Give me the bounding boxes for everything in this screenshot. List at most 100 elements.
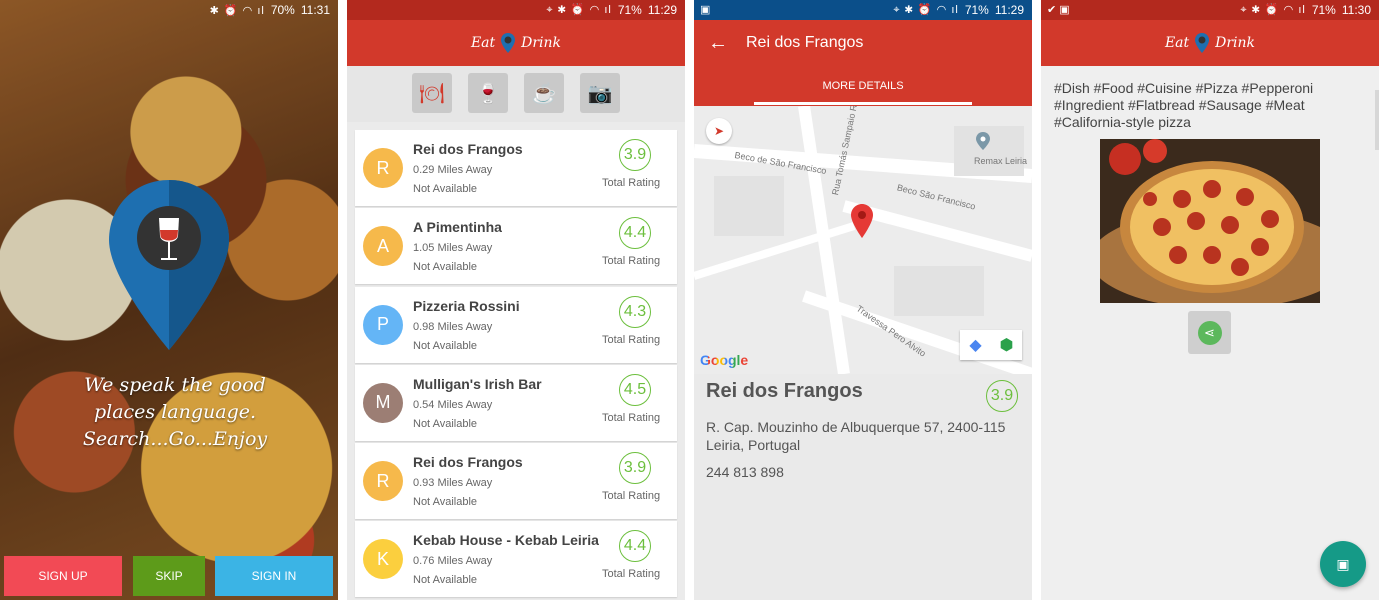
splash-screen: ✱ ⏰ ◠ ıl 70% 11:31 We speak the good pla… bbox=[0, 0, 338, 600]
restaurant-address: R. Cap. Mouzinho de Albuquerque 57, 2400… bbox=[706, 419, 1006, 453]
share-button[interactable]: ⋖ bbox=[1188, 311, 1231, 354]
scroll-edge bbox=[1375, 90, 1379, 150]
compass-icon[interactable]: ➤ bbox=[706, 118, 732, 144]
app-logo: Eat Drink bbox=[471, 33, 561, 53]
pizza-image bbox=[1100, 139, 1320, 303]
auth-button-row: SIGN UP SKIP SIGN IN bbox=[0, 556, 338, 596]
directions-icon[interactable]: ◆ bbox=[960, 330, 991, 360]
status-icons: ✱ ⏰ ◠ ıl bbox=[209, 4, 265, 17]
pick-image-fab[interactable]: ▣ bbox=[1320, 541, 1366, 587]
restaurant-distance: 0.98 Miles Away bbox=[413, 320, 493, 333]
rating-label: Total Rating bbox=[602, 177, 661, 189]
list-item[interactable]: P Pizzeria Rossini 0.98 Miles Away Not A… bbox=[355, 286, 677, 363]
status-bar: ▣ ⌖ ✱ ⏰ ◠ ıl 71% 11:29 bbox=[694, 0, 1032, 20]
location-pin-wine-icon bbox=[109, 180, 229, 350]
restaurant-availability: Not Available bbox=[413, 183, 478, 195]
rating-badge: 4.4 bbox=[619, 530, 651, 563]
avatar: A bbox=[363, 226, 403, 267]
status-icons: ⌖ ✱ ⏰ ◠ ıl bbox=[1240, 4, 1306, 16]
status-icons: ⌖ ✱ ⏰ ◠ ıl bbox=[546, 4, 612, 16]
restaurant-name: Rei dos Frangos bbox=[413, 454, 523, 471]
rating-label: Total Rating bbox=[602, 490, 661, 503]
image-tags-screen: ✔ ▣ ⌖ ✱ ⏰ ◠ ıl 71% 11:30 Eat Drink #Dish… bbox=[1041, 0, 1379, 600]
page-title: Rei dos Frangos bbox=[746, 34, 864, 51]
restaurant-availability: Not Available bbox=[413, 496, 478, 509]
clock: 11:29 bbox=[994, 3, 1024, 17]
logo-text-eat: Eat bbox=[1164, 35, 1190, 51]
restaurant-availability: Not Available bbox=[413, 417, 478, 430]
tab-bar: MORE DETAILS bbox=[694, 66, 1032, 106]
restaurant-icon: 🍽 bbox=[419, 82, 445, 105]
rating-badge: 4.3 bbox=[619, 295, 651, 328]
avatar: R bbox=[363, 148, 403, 188]
status-bar: ✔ ▣ ⌖ ✱ ⏰ ◠ ıl 71% 11:30 bbox=[1041, 0, 1379, 20]
status-bar: ⌖ ✱ ⏰ ◠ ıl 71% 11:29 bbox=[347, 0, 685, 20]
restaurant-name: A Pimentinha bbox=[413, 219, 502, 236]
map-view[interactable]: ➤ Beco de São Francisco Rua Tomás Sampai… bbox=[694, 106, 1032, 374]
sign-up-button[interactable]: SIGN UP bbox=[4, 556, 122, 596]
restaurant-detail-screen: ▣ ⌖ ✱ ⏰ ◠ ıl 71% 11:29 ← Rei dos Frangos… bbox=[694, 0, 1032, 600]
restaurant-name: Rei dos Frangos bbox=[413, 141, 523, 157]
restaurant-list: R Rei dos Frangos 0.29 Miles Away Not Av… bbox=[355, 130, 677, 600]
rating-badge: 3.9 bbox=[619, 452, 651, 485]
battery-level: 71% bbox=[617, 3, 642, 17]
restaurant-list-screen: ⌖ ✱ ⏰ ◠ ıl 71% 11:29 Eat Drink 🍽 🍷 ☕ 📷 R… bbox=[347, 0, 685, 600]
rating-badge: 3.9 bbox=[986, 380, 1018, 412]
poi-label: Remax Leiria bbox=[974, 156, 1028, 166]
restaurant-name: Pizzeria Rossini bbox=[413, 297, 520, 314]
logo-text-drink: Drink bbox=[1215, 35, 1256, 51]
app-bar: Eat Drink bbox=[347, 20, 685, 66]
avatar: M bbox=[363, 382, 403, 423]
battery-level: 71% bbox=[964, 3, 989, 17]
status-icons: ⌖ ✱ ⏰ ◠ ıl bbox=[893, 4, 959, 16]
app-bar: ← Rei dos Frangos bbox=[694, 20, 1032, 66]
rating-badge: 3.9 bbox=[619, 139, 651, 171]
cafe-category-button[interactable]: ☕ bbox=[524, 73, 564, 113]
list-item[interactable]: R Rei dos Frangos 0.93 Miles Away Not Av… bbox=[355, 443, 677, 520]
list-item[interactable]: R Rei dos Frangos 0.29 Miles Away Not Av… bbox=[355, 130, 677, 206]
restaurant-name: Rei dos Frangos bbox=[706, 380, 863, 402]
restaurant-distance: 0.54 Miles Away bbox=[413, 398, 493, 411]
wine-glass-icon: 🍷 bbox=[475, 82, 501, 105]
rating-badge: 4.4 bbox=[619, 217, 651, 250]
logo-text-eat: Eat bbox=[470, 35, 496, 51]
image-notification-icon: ▣ bbox=[700, 4, 711, 16]
photo-category-button[interactable]: 📷 bbox=[580, 73, 620, 113]
google-maps-icon[interactable]: ⬢ bbox=[991, 330, 1022, 360]
restaurant-name: Mulligan's Irish Bar bbox=[413, 375, 542, 392]
clock: 11:31 bbox=[300, 3, 330, 17]
list-item[interactable]: M Mulligan's Irish Bar 0.54 Miles Away N… bbox=[355, 364, 677, 441]
skip-button[interactable]: SKIP bbox=[133, 556, 205, 596]
rating-label: Total Rating bbox=[602, 333, 661, 346]
avatar: P bbox=[363, 304, 403, 345]
restaurant-distance: 0.93 Miles Away bbox=[413, 477, 493, 490]
google-logo: Google bbox=[700, 352, 748, 368]
pizza-photo bbox=[1100, 139, 1320, 303]
location-marker-icon[interactable] bbox=[851, 204, 873, 238]
back-arrow-icon[interactable]: ← bbox=[708, 32, 728, 55]
poi-marker-icon bbox=[976, 132, 990, 150]
clock: 11:29 bbox=[647, 3, 677, 17]
avatar: K bbox=[363, 539, 403, 580]
restaurant-availability: Not Available bbox=[413, 261, 478, 274]
restaurant-availability: Not Available bbox=[413, 574, 478, 587]
restaurant-availability: Not Available bbox=[413, 339, 478, 352]
restaurant-category-button[interactable]: 🍽 bbox=[412, 73, 452, 113]
notification-icons: ✔ ▣ bbox=[1047, 4, 1070, 16]
detail-panel: Rei dos Frangos 3.9 R. Cap. Mouzinho de … bbox=[694, 374, 1032, 600]
tagline: We speak the good places language. Searc… bbox=[82, 374, 268, 450]
status-bar: ✱ ⏰ ◠ ıl 70% 11:31 bbox=[0, 0, 338, 20]
rating-badge: 4.5 bbox=[619, 373, 651, 406]
list-item[interactable]: K Kebab House - Kebab Leiria 0.76 Miles … bbox=[355, 521, 677, 598]
restaurant-distance: 1.05 Miles Away bbox=[413, 242, 493, 255]
restaurant-distance: 0.29 Miles Away bbox=[413, 164, 493, 176]
sign-in-button[interactable]: SIGN IN bbox=[215, 556, 333, 596]
logo-text-drink: Drink bbox=[521, 35, 562, 51]
image-tags: #Dish #Food #Cuisine #Pizza #Pepperoni #… bbox=[1054, 80, 1314, 130]
list-item[interactable]: A A Pimentinha 1.05 Miles Away Not Avail… bbox=[355, 208, 677, 285]
coffee-cup-icon: ☕ bbox=[531, 82, 557, 105]
bar-category-button[interactable]: 🍷 bbox=[468, 73, 508, 113]
app-logo: Eat Drink bbox=[1165, 33, 1255, 53]
tab-more-details[interactable]: MORE DETAILS bbox=[822, 80, 903, 92]
restaurant-phone[interactable]: 244 813 898 bbox=[706, 464, 784, 480]
